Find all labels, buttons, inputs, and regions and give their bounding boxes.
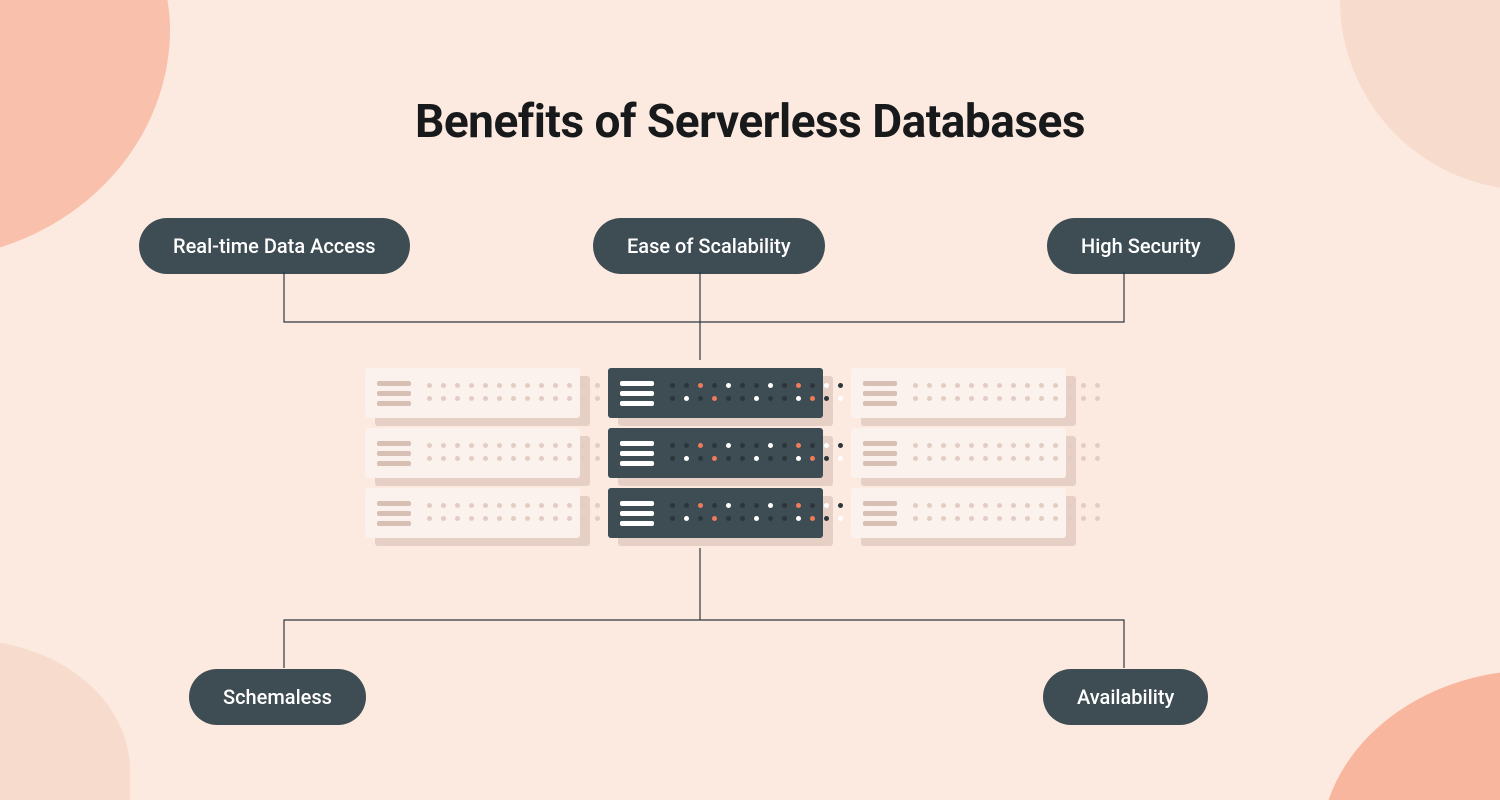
- server-unit-icon: [851, 368, 1066, 418]
- bg-blob-bottom-right: [1320, 670, 1500, 800]
- server-stack-center: [608, 368, 823, 548]
- pill-availability: Availability: [1043, 669, 1208, 725]
- server-unit-icon: [608, 488, 823, 538]
- diagram-canvas: Benefits of Serverless Databases Real-ti…: [0, 0, 1500, 800]
- server-unit-icon: [851, 428, 1066, 478]
- server-unit-icon: [365, 488, 580, 538]
- server-stack-right: [851, 368, 1066, 548]
- pill-schemaless: Schemaless: [189, 669, 366, 725]
- pill-real-time-data-access: Real-time Data Access: [139, 218, 410, 274]
- server-stack-left: [365, 368, 580, 548]
- server-unit-icon: [365, 368, 580, 418]
- pill-ease-of-scalability: Ease of Scalability: [593, 218, 825, 274]
- server-unit-icon: [365, 428, 580, 478]
- bg-blob-bottom-left: [0, 640, 130, 800]
- pill-high-security: High Security: [1047, 218, 1235, 274]
- page-title: Benefits of Serverless Databases: [0, 95, 1500, 149]
- server-unit-icon: [851, 488, 1066, 538]
- server-unit-icon: [608, 428, 823, 478]
- server-unit-icon: [608, 368, 823, 418]
